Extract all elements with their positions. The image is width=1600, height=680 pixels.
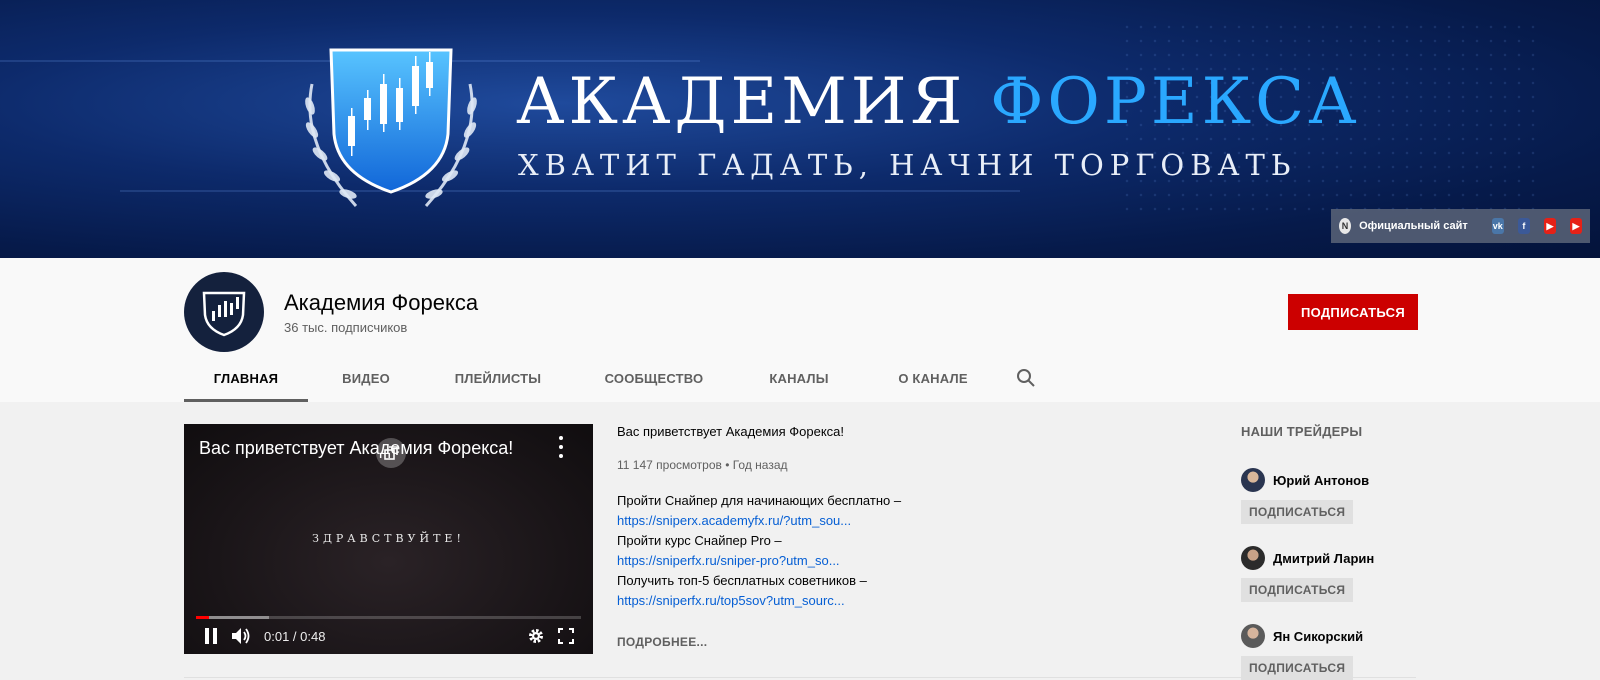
channel-header: Академия Форекса 36 тыс. подписчиков ПОД… — [0, 258, 1600, 402]
description-body: Пройти Снайпер для начинающих бесплатно … — [617, 491, 1197, 611]
volume-icon — [232, 628, 250, 644]
subscriber-count: 36 тыс. подписчиков — [284, 320, 408, 335]
banner-slogan: ХВАТИТ ГАДАТЬ, НАЧНИ ТОРГОВАТЬ — [518, 148, 1297, 182]
youtube-icon[interactable]: ▶ — [1569, 218, 1583, 234]
facebook-icon[interactable]: f — [1517, 218, 1530, 234]
banner-links: N Официальный сайт vk f ▶ ▶ — [1331, 209, 1590, 243]
sidebar-heading: НАШИ ТРЕЙДЕРЫ — [1241, 424, 1363, 439]
featured-description: Вас приветствует Академия Форекса! 11 14… — [617, 424, 1197, 649]
settings-button[interactable] — [521, 621, 551, 651]
share-icon — [384, 446, 398, 460]
tab-videos[interactable]: ВИДЕО — [308, 354, 424, 402]
trader-item: Юрий Антонов ПОДПИСАТЬСЯ — [1241, 468, 1441, 524]
trader-item: Дмитрий Ларин ПОДПИСАТЬСЯ — [1241, 546, 1441, 602]
trader-name[interactable]: Юрий Антонов — [1273, 473, 1369, 488]
banner-title: АКАДЕМИЯ ФОРЕКСА — [516, 62, 1361, 142]
description-line: Пройти курс Снайпер Pro – — [617, 533, 782, 548]
player-controls: 0:01 / 0:48 — [184, 618, 593, 654]
tab-playlists[interactable]: ПЛЕЙЛИСТЫ — [424, 354, 572, 402]
gear-icon — [529, 629, 543, 643]
trader-item: Ян Сикорский ПОДПИСАТЬСЯ — [1241, 624, 1441, 680]
read-more-button[interactable]: ПОДРОБНЕЕ... — [617, 635, 1197, 649]
section-divider — [184, 677, 1416, 678]
banner-title-part1: АКАДЕМИЯ — [516, 65, 967, 139]
volume-button[interactable] — [226, 621, 256, 651]
tab-home[interactable]: ГЛАВНАЯ — [184, 354, 308, 402]
channel-search-button[interactable] — [1004, 354, 1048, 402]
share-button[interactable] — [376, 438, 406, 468]
search-icon — [1017, 369, 1035, 387]
vk-icon[interactable]: vk — [1491, 218, 1504, 234]
youtube-icon[interactable]: ▶ — [1543, 218, 1556, 234]
crest-avatar-icon — [202, 291, 246, 337]
featured-title[interactable]: Вас приветствует Академия Форекса! — [617, 424, 1197, 439]
banner-title-part2: ФОРЕКСА — [990, 65, 1361, 139]
crest-logo-icon — [305, 48, 477, 208]
trader-subscribe-button[interactable]: ПОДПИСАТЬСЯ — [1241, 500, 1354, 524]
featured-channels-sidebar: НАШИ ТРЕЙДЕРЫ Юрий Антонов ПОДПИСАТЬСЯ Д… — [1241, 424, 1441, 680]
trader-subscribe-button[interactable]: ПОДПИСАТЬСЯ — [1241, 578, 1354, 602]
channel-tabs: ГЛАВНАЯ ВИДЕО ПЛЕЙЛИСТЫ СООБЩЕСТВО КАНАЛ… — [184, 354, 1048, 402]
trader-name[interactable]: Ян Сикорский — [1273, 629, 1363, 644]
video-overlay-text: ЗДРАВСТВУЙТЕ! — [312, 532, 465, 545]
official-site-link[interactable]: Официальный сайт — [1359, 220, 1468, 232]
tab-about[interactable]: О КАНАЛЕ — [862, 354, 1004, 402]
description-line: Получить топ-5 бесплатных советников – — [617, 573, 867, 588]
tab-community[interactable]: СООБЩЕСТВО — [572, 354, 736, 402]
featured-meta: 11 147 просмотров • Год назад — [617, 458, 788, 472]
more-options-icon[interactable] — [557, 436, 565, 458]
fullscreen-button[interactable] — [551, 621, 581, 651]
banner-streak — [120, 190, 1020, 192]
description-link[interactable]: https://sniperx.academyfx.ru/?utm_sou... — [617, 511, 1197, 531]
description-line: Пройти Снайпер для начинающих бесплатно … — [617, 493, 902, 508]
pause-icon — [205, 628, 217, 644]
player-title[interactable]: Вас приветствует Академия Форекса! — [199, 438, 513, 459]
time-display: 0:01 / 0:48 — [264, 628, 326, 644]
site-icon[interactable]: N — [1339, 218, 1352, 234]
trader-avatar[interactable] — [1241, 546, 1265, 570]
tab-channels[interactable]: КАНАЛЫ — [736, 354, 862, 402]
fullscreen-icon — [558, 628, 574, 644]
description-link[interactable]: https://sniperfx.ru/top5sov?utm_sourc... — [617, 591, 1197, 611]
subscribe-button[interactable]: ПОДПИСАТЬСЯ — [1288, 294, 1418, 330]
description-link[interactable]: https://sniperfx.ru/sniper-pro?utm_so... — [617, 551, 1197, 571]
video-player[interactable]: Вас приветствует Академия Форекса! ЗДРАВ… — [184, 424, 593, 654]
channel-avatar[interactable] — [184, 272, 264, 352]
trader-avatar[interactable] — [1241, 468, 1265, 492]
channel-name: Академия Форекса — [284, 290, 479, 315]
pause-button[interactable] — [196, 621, 226, 651]
trader-name[interactable]: Дмитрий Ларин — [1273, 551, 1374, 566]
channel-banner: АКАДЕМИЯ ФОРЕКСА ХВАТИТ ГАДАТЬ, НАЧНИ ТОР… — [0, 0, 1600, 258]
trader-avatar[interactable] — [1241, 624, 1265, 648]
